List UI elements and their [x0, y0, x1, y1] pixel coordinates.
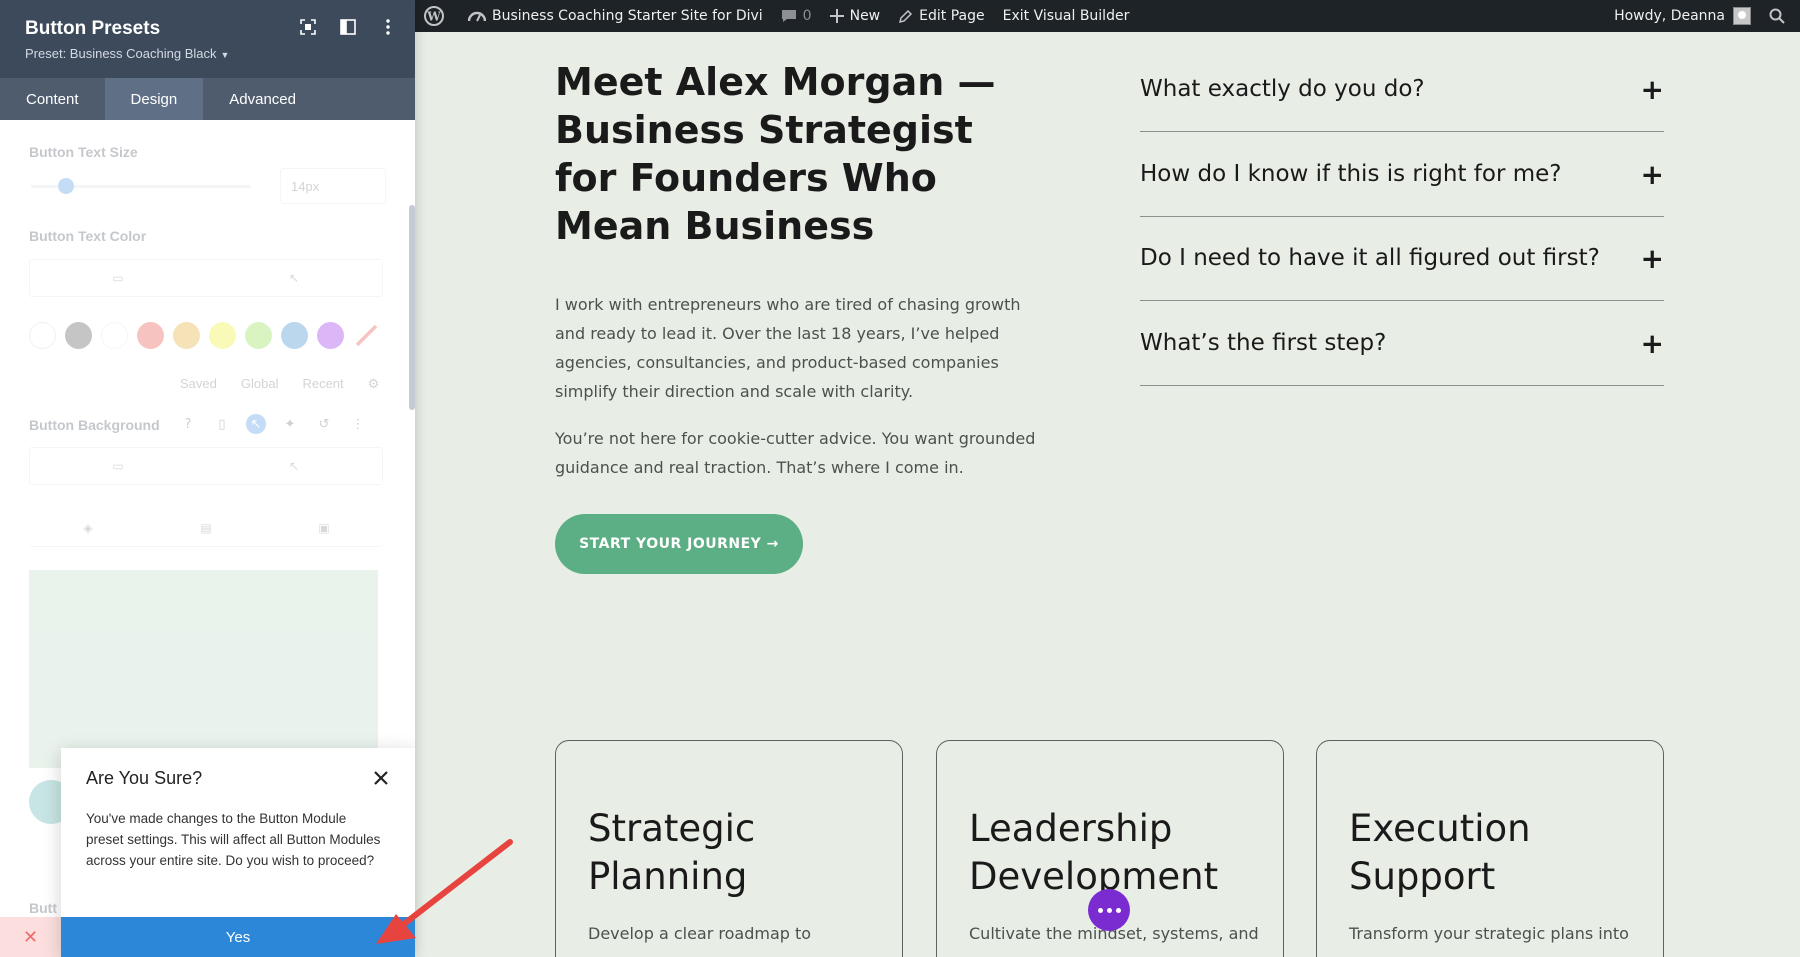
search-icon[interactable] [1760, 0, 1800, 32]
dot-icon [1097, 907, 1103, 913]
background-label: Button Background [29, 417, 160, 433]
pin-icon[interactable]: ✦ [280, 414, 300, 434]
color-swatch[interactable] [137, 322, 164, 349]
color-swatch[interactable] [65, 322, 92, 349]
discard-button[interactable]: ✕ [0, 917, 61, 957]
plus-icon: + [1640, 72, 1664, 106]
faq-item[interactable]: What exactly do you do? + [1140, 47, 1664, 132]
card-text: Transform your strategic plans into [1349, 924, 1629, 943]
desktop-icon[interactable]: ▭ [30, 448, 206, 484]
howdy-label: Howdy, Deanna [1614, 8, 1725, 24]
more-icon[interactable]: ⋮ [348, 414, 368, 434]
avatar [1733, 7, 1751, 25]
faq-question: Do I need to have it all figured out fir… [1140, 245, 1600, 271]
site-name-link[interactable]: Business Coaching Starter Site for Divi [459, 0, 772, 32]
service-card: Strategic Planning Develop a clear roadm… [555, 740, 903, 957]
palette-tab-saved[interactable]: Saved [180, 376, 217, 392]
hero-title: Meet Alex Morgan — Business Strategist f… [555, 60, 996, 248]
comment-icon [781, 10, 796, 22]
hero-paragraph-1: I work with entrepreneurs who are tired … [555, 295, 1021, 401]
palette-tabs: Saved Global Recent ⚙ [180, 376, 379, 392]
text-size-input[interactable]: 14px [280, 168, 386, 204]
image-icon[interactable]: ▣ [265, 509, 383, 546]
card-title: Execution Support [1349, 807, 1531, 898]
edit-page-link[interactable]: Edit Page [889, 0, 993, 32]
new-label: New [849, 8, 881, 24]
plus-icon: + [1640, 326, 1664, 360]
builder-settings-button[interactable] [1088, 889, 1130, 931]
no-color-swatch[interactable] [353, 322, 380, 349]
reset-icon[interactable]: ↺ [314, 414, 334, 434]
background-field-icons: ? ▯ ↖ ✦ ↺ ⋮ [178, 414, 368, 434]
comments-count: 0 [802, 8, 812, 24]
dialog-message: You've made changes to the Button Module… [86, 811, 381, 868]
faq-question: What exactly do you do? [1140, 76, 1425, 102]
color-swatch[interactable] [281, 322, 308, 349]
color-swatch[interactable] [101, 322, 128, 349]
help-icon[interactable]: ? [178, 414, 198, 434]
color-swatch[interactable] [173, 322, 200, 349]
faq-item[interactable]: How do I know if this is right for me? + [1140, 132, 1664, 217]
pointer-arrow-icon [376, 839, 513, 944]
color-swatch[interactable] [29, 322, 56, 349]
card-title: Leadership Development [969, 807, 1219, 898]
pencil-icon [899, 9, 913, 23]
svg-text:W: W [426, 10, 441, 24]
mobile-icon[interactable]: ▯ [212, 414, 232, 434]
close-icon: ✕ [22, 926, 39, 948]
palette-tab-recent[interactable]: Recent [302, 376, 343, 392]
slider-handle[interactable] [58, 178, 74, 194]
yes-button[interactable]: Yes [61, 917, 415, 957]
color-swatch[interactable] [209, 322, 236, 349]
hero-paragraph-2: You’re not here for cookie-cutter advice… [555, 429, 1036, 477]
edit-page-label: Edit Page [919, 8, 985, 24]
color-swatch[interactable] [245, 322, 272, 349]
faq-question: How do I know if this is right for me? [1140, 161, 1562, 187]
dot-icon [1106, 907, 1112, 913]
color-swatch[interactable] [317, 322, 344, 349]
plus-icon [829, 9, 844, 23]
desktop-icon[interactable]: ▭ [30, 260, 206, 296]
faq-item[interactable]: Do I need to have it all figured out fir… [1140, 216, 1664, 301]
new-content-link[interactable]: New [821, 0, 890, 32]
text-size-label: Button Text Size [29, 144, 138, 160]
gradient-icon[interactable]: ▤ [147, 509, 265, 546]
close-icon[interactable] [371, 768, 391, 788]
background-preview[interactable] [29, 570, 378, 768]
exit-visual-builder-link[interactable]: Exit Visual Builder [994, 0, 1139, 32]
plus-icon: + [1640, 241, 1664, 275]
dashboard-icon [468, 11, 486, 22]
comments-link[interactable]: 0 [772, 0, 821, 32]
palette-tab-global[interactable]: Global [241, 376, 279, 392]
plus-icon: + [1640, 157, 1664, 191]
background-type-tabs: ◈ ▤ ▣ [29, 509, 383, 547]
background-device-toggle[interactable]: ▭ ↖ [29, 447, 383, 485]
exit-builder-label: Exit Visual Builder [1002, 8, 1130, 24]
hover-cursor-icon[interactable]: ↖ [246, 414, 266, 434]
card-title: Strategic Planning [588, 807, 756, 898]
faq-item[interactable]: What’s the first step? + [1140, 301, 1664, 386]
service-card: Execution Support Transform your strateg… [1316, 740, 1664, 957]
faq-question: What’s the first step? [1140, 330, 1387, 356]
settings-gear-icon[interactable]: ⚙ [368, 376, 380, 392]
settings-panel: Button Presets Preset: Business Coaching… [0, 0, 415, 957]
color-fill-icon[interactable]: ◈ [29, 509, 147, 546]
card-text: Develop a clear roadmap to [588, 924, 812, 943]
wp-admin-bar: W Business Coaching Starter Site for Div… [415, 0, 1800, 32]
device-toggle[interactable]: ▭ ↖ [29, 259, 383, 297]
confirm-dialog: Are You Sure? You've made changes to the… [61, 748, 415, 957]
color-swatches [29, 322, 380, 349]
dot-icon [1115, 907, 1121, 913]
start-journey-button[interactable]: START YOUR JOURNEY → [555, 514, 803, 574]
site-name: Business Coaching Starter Site for Divi [492, 8, 763, 24]
account-menu[interactable]: Howdy, Deanna [1605, 0, 1760, 32]
hover-icon[interactable]: ↖ [206, 260, 382, 296]
hover-icon[interactable]: ↖ [206, 448, 382, 484]
wordpress-logo-icon[interactable]: W [415, 0, 459, 32]
partial-field-label: Butt [29, 900, 57, 916]
text-color-label: Button Text Color [29, 228, 147, 244]
dialog-title: Are You Sure? [86, 768, 203, 788]
